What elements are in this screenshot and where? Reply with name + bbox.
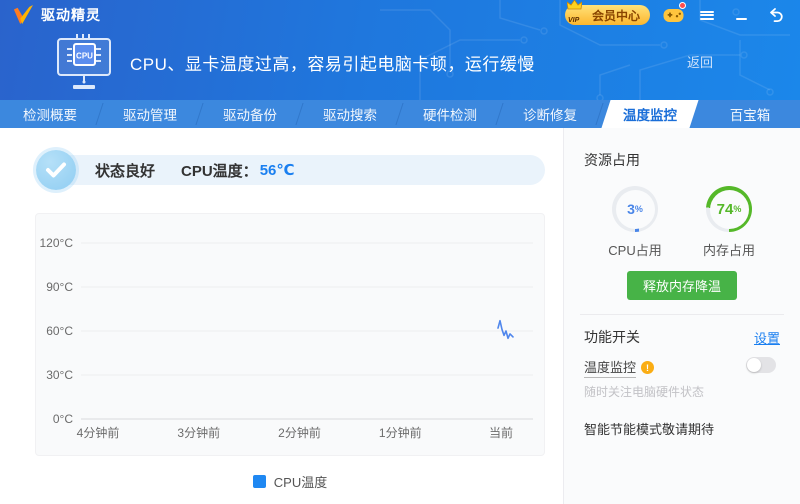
resource-usage-title: 资源占用 [584, 152, 640, 168]
tab-detect-summary[interactable]: 检测概要 [0, 100, 100, 128]
temperature-chart-panel: 0°C 30°C 60°C 90°C 120°C 4分钟前 3分钟前 2分钟前 1分钟前 当前 [35, 213, 545, 456]
memory-usage-ring: 74% [706, 186, 752, 232]
tab-temperature-monitor[interactable]: 温度监控 [600, 100, 700, 128]
main-panel: 状态良好 CPU温度： 56℃ 0°C 30°C 60°C 90°C 120°C 4分钟前… [0, 128, 563, 504]
tab-diagnose-repair[interactable]: 诊断修复 [500, 100, 600, 128]
sidebar: 资源占用 3% CPU占用 74% 内存占用 释放内存降温 功能开关 设置 温度… [563, 128, 800, 504]
feature-switch-title: 功能开关 [584, 329, 640, 345]
memory-usage-unit: % [733, 204, 742, 214]
temperature-monitor-toggle-row: 温度监控 [584, 357, 780, 378]
resource-gauges: 3% CPU占用 74% 内存占用 [584, 186, 780, 259]
titlebar: 驱动精灵 VIP 会员中心 [0, 0, 800, 30]
vip-member-button[interactable]: VIP 会员中心 [564, 0, 650, 25]
temperature-line-chart: 0°C 30°C 60°C 90°C 120°C 4分钟前 3分钟前 2分钟前 1分钟前 当前 [40, 236, 533, 440]
sidebar-divider [580, 314, 784, 315]
svg-text:4分钟前: 4分钟前 [77, 425, 120, 440]
tab-hardware-detect[interactable]: 硬件检测 [400, 100, 500, 128]
app-logo-icon [13, 5, 33, 25]
feature-switch-header: 功能开关 设置 [584, 327, 780, 347]
banner-headline: CPU、显卡温度过高，容易引起电脑卡顿，运行缓慢 [130, 54, 535, 74]
app-brand: 驱动精灵 [12, 5, 101, 25]
temperature-monitor-toggle-label[interactable]: 温度监控 [584, 357, 637, 378]
memory-usage-value: 74 [716, 200, 734, 218]
toggle-description: 随时关注电脑硬件状态 [584, 385, 705, 399]
cpu-usage-unit: % [634, 204, 643, 214]
release-memory-button[interactable]: 释放内存降温 [626, 271, 737, 300]
app-title: 驱动精灵 [41, 7, 101, 23]
toggle-knob [747, 358, 761, 372]
menu-icon[interactable] [696, 4, 718, 26]
monitor-cpu-icon: CPU [57, 34, 111, 89]
cpu-usage-gauge: 3% CPU占用 [600, 186, 670, 259]
svg-text:3分钟前: 3分钟前 [177, 425, 220, 440]
memory-usage-gauge: 74% 内存占用 [694, 186, 764, 259]
tab-driver-manage[interactable]: 驱动管理 [100, 100, 200, 128]
cpu-usage-value: 3 [627, 201, 635, 217]
cpu-temp-value: 56℃ [259, 162, 295, 179]
status-state: 状态良好 [95, 162, 156, 180]
crown-icon [566, 0, 582, 10]
settings-link[interactable]: 设置 [754, 328, 780, 347]
minimize-icon[interactable] [730, 4, 752, 26]
check-icon [46, 162, 66, 178]
cpu-temp-label: CPU温度： [181, 162, 258, 180]
svg-text:2分钟前: 2分钟前 [278, 425, 321, 440]
exit-icon[interactable] [764, 4, 786, 26]
titlebar-actions: VIP 会员中心 [564, 0, 786, 26]
svg-text:30°C: 30°C [46, 368, 73, 382]
nav-tabs: 检测概要 驱动管理 驱动备份 驱动搜索 硬件检测 诊断修复 温度监控 百宝箱 [0, 100, 800, 128]
legend-swatch-icon [252, 475, 266, 488]
status-pill: 状态良好 CPU温度： 56℃ [56, 155, 545, 185]
notification-dot [679, 2, 686, 9]
back-link[interactable]: 返回 [687, 52, 713, 71]
chart-legend[interactable]: CPU温度 [35, 472, 545, 491]
tab-driver-search[interactable]: 驱动搜索 [300, 100, 400, 128]
alert-banner: CPU CPU、显卡温度过高，容易引起电脑卡顿，运行缓慢 返回 [0, 30, 800, 100]
cpu-chip-label: CPU [76, 52, 93, 61]
app-header: 驱动精灵 VIP 会员中心 CPU CPU、显卡温度过高，容易引起电脑卡顿，运行… [0, 0, 800, 100]
coming-soon-text: 智能节能模式敬请期待 [584, 422, 715, 437]
vip-member-label: 会员中心 [591, 8, 640, 23]
vip-tag: VIP [567, 17, 580, 24]
cpu-usage-ring: 3% [612, 186, 658, 232]
svg-text:90°C: 90°C [46, 280, 73, 294]
game-center-icon[interactable] [662, 2, 686, 26]
temperature-monitor-toggle[interactable] [746, 357, 776, 373]
tab-driver-backup[interactable]: 驱动备份 [200, 100, 300, 128]
legend-label: CPU温度 [273, 475, 328, 490]
warning-icon [641, 361, 655, 374]
status-ok-badge [36, 150, 76, 190]
status-row: 状态良好 CPU温度： 56℃ [36, 150, 545, 190]
svg-text:当前: 当前 [489, 425, 513, 440]
svg-text:60°C: 60°C [46, 324, 73, 338]
cpu-usage-label: CPU占用 [608, 243, 662, 258]
svg-text:1分钟前: 1分钟前 [379, 425, 422, 440]
memory-usage-label: 内存占用 [702, 243, 755, 258]
svg-text:120°C: 120°C [40, 236, 74, 250]
tab-toolbox[interactable]: 百宝箱 [700, 100, 800, 128]
content-area: 状态良好 CPU温度： 56℃ 0°C 30°C 60°C 90°C 120°C 4分钟前… [0, 128, 800, 504]
svg-text:0°C: 0°C [53, 412, 73, 426]
